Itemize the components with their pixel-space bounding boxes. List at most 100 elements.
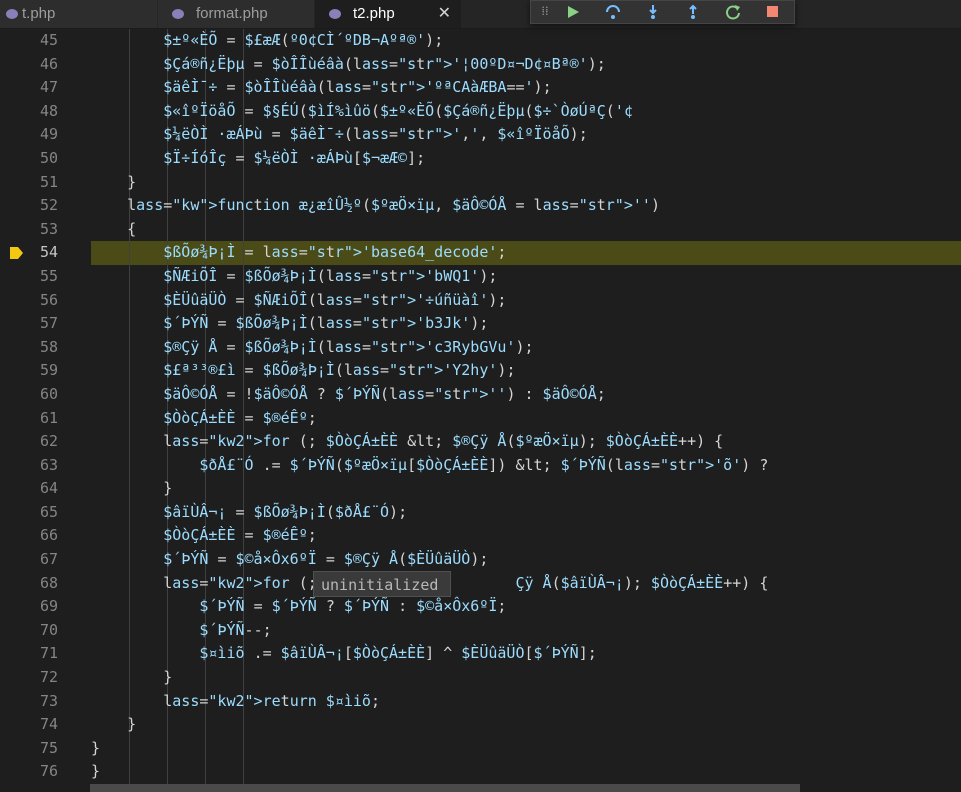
php-elephant-icon <box>6 9 18 19</box>
code-editor[interactable]: 45 $±º«ÈÕ = $£æÆ(º0¢CÌ´ºDB¬Aºª®'); 46 $Çá… <box>0 29 961 784</box>
indent-guide <box>167 713 168 737</box>
code-line[interactable]: 53 { <box>0 217 961 242</box>
code-line[interactable]: 56 $ÈÜûäÜÒ = $ÑÆiÕÎ(lass="str">'÷úñüàî')… <box>0 288 961 313</box>
code-text[interactable]: $´ÞÝÑ--; <box>91 619 271 643</box>
line-number: 53 <box>39 219 58 238</box>
indent-guide <box>243 217 244 242</box>
code-text[interactable]: $äÔ©ÓÅ = !$äÔ©ÓÅ ? $´ÞÝÑ(lass="str">'') … <box>91 383 606 407</box>
code-line[interactable]: 55 $ÑÆiÕÎ = $ßÕø¾Þ¡Ì(lass="str">'bWQ1'); <box>0 264 961 289</box>
code-text[interactable]: $ðÅ£¨Ó .= $´ÞÝÑ($ºæÖ×ïµ[$ÒòÇÁ±ÈÈ]) &lt; … <box>91 454 768 478</box>
code-text[interactable]: $Çá®ñ¿Ëþµ = $òÎÎùéâà(lass="str">'¦00ºD¤¬… <box>91 53 606 77</box>
code-text[interactable]: $¤ìiõ .= $âïÙÂ¬¡[$ÒòÇÁ±ÈÈ] ^ $ÈÜûäÜÒ[$´Þ… <box>91 642 596 666</box>
code-text[interactable]: $´ÞÝÑ = $ßÕø¾Þ¡Ì(lass="str">'b3Jk'); <box>91 312 488 336</box>
code-text[interactable]: $Ï÷ÍóÎç = $¼ëÒÌ ·æÁÞù[$¬æÆ©]; <box>91 147 425 171</box>
line-number: 60 <box>39 384 58 403</box>
code-text[interactable]: lass="kw2">for (; $ÒòÇÁ±ÈÈ &lt; $®Çÿ Å($… <box>91 430 723 454</box>
code-text[interactable]: $£ª³³®£ì = $ßÕø¾Þ¡Ì(lass="str">'Y2hy'); <box>91 359 515 383</box>
code-text[interactable]: lass="kw2">return $¤ìiõ; <box>91 690 380 714</box>
code-line[interactable]: 70 $´ÞÝÑ--; <box>0 618 961 643</box>
code-line[interactable]: 74 } <box>0 713 961 737</box>
indent-guide <box>205 477 206 501</box>
line-number: 50 <box>39 148 58 167</box>
code-line[interactable]: 49 $¼ëÒÌ ·æÁÞù = $äêÌ¯÷(lass="str">',', … <box>0 123 961 147</box>
code-line[interactable]: 66 $ÒòÇÁ±ÈÈ = $®éÊº; <box>0 524 961 549</box>
line-number: 57 <box>39 314 58 333</box>
code-line[interactable]: 63 $ðÅ£¨Ó .= $´ÞÝÑ($ºæÖ×ïµ[$ÒòÇÁ±ÈÈ]) &l… <box>0 453 961 478</box>
code-line[interactable]: 65 $âïÙÂ¬¡ = $ßÕø¾Þ¡Ì($ðÅ£¨Ó); <box>0 500 961 525</box>
code-text[interactable]: } <box>91 666 172 690</box>
code-line[interactable]: 57 $´ÞÝÑ = $ßÕø¾Þ¡Ì(lass="str">'b3Jk'); <box>0 312 961 336</box>
line-number: 73 <box>39 691 58 710</box>
code-text[interactable]: $´ÞÝÑ = $©å×Ôx6ºÏ = $®Çÿ Å($ÈÜûäÜÒ); <box>91 548 488 572</box>
line-number: 71 <box>39 644 58 663</box>
code-text[interactable]: $ÈÜûäÜÒ = $ÑÆiÕÎ(lass="str">'÷úñüàî'); <box>91 289 506 313</box>
code-line[interactable]: 48 $«îºÏöåÕ = $§ÉÚ($ìÍ%ìûö($±º«ÈÕ($Çá®ñ¿… <box>0 99 961 124</box>
code-text[interactable]: } <box>91 760 100 784</box>
code-line[interactable]: 72 } <box>0 666 961 690</box>
line-number: 47 <box>39 78 58 97</box>
code-line[interactable]: 71 $¤ìiõ .= $âïÙÂ¬¡[$ÒòÇÁ±ÈÈ] ^ $ÈÜûäÜÒ[… <box>0 642 961 667</box>
code-line[interactable]: 69 $´ÞÝÑ = $´ÞÝÑ ? $´ÞÝÑ : $©å×Ôx6ºÏ; <box>0 595 961 619</box>
code-text[interactable]: } <box>91 713 136 737</box>
line-number: 55 <box>39 266 58 285</box>
code-line[interactable]: 76} <box>0 760 961 784</box>
line-number: 45 <box>39 31 58 49</box>
php-elephant-icon <box>329 9 341 19</box>
debug-toolbar: ⁞⁞ <box>530 0 795 24</box>
code-text[interactable]: { <box>91 218 136 242</box>
close-icon[interactable]: ✕ <box>438 0 451 28</box>
indent-guide <box>167 760 168 784</box>
step-over-icon[interactable] <box>601 1 625 23</box>
code-line[interactable]: 51 } <box>0 170 961 195</box>
code-text[interactable]: $ÑÆiÕÎ = $ßÕø¾Þ¡Ì(lass="str">'bWQ1'); <box>91 265 497 289</box>
line-number: 58 <box>39 337 58 356</box>
code-text[interactable]: $±º«ÈÕ = $£æÆ(º0¢CÌ´ºDB¬Aºª®'); <box>91 29 443 53</box>
code-line[interactable]: 64 } <box>0 477 961 501</box>
code-text[interactable]: $ßÕø¾Þ¡Ì = lass="str">'base64_decode'; <box>91 241 506 265</box>
line-number: 61 <box>39 408 58 427</box>
stop-icon[interactable] <box>761 1 785 23</box>
code-line[interactable]: 67 $´ÞÝÑ = $©å×Ôx6ºÏ = $®Çÿ Å($ÈÜûäÜÒ); <box>0 548 961 572</box>
code-line[interactable]: 68 lass="kw2">for (; $ÒòÇ Çÿ Å($âïÙÂ¬¡);… <box>0 571 961 596</box>
drag-handle-icon[interactable]: ⁞⁞ <box>533 1 557 23</box>
code-line[interactable]: 60 $äÔ©ÓÅ = !$äÔ©ÓÅ ? $´ÞÝÑ(lass="str">'… <box>0 382 961 407</box>
code-line[interactable]: 73 lass="kw2">return $¤ìiõ; <box>0 689 961 714</box>
code-text[interactable]: } <box>91 171 136 195</box>
code-text[interactable]: $«îºÏöåÕ = $§ÉÚ($ìÍ%ìûö($±º«ÈÕ($Çá®ñ¿Ëþµ… <box>91 100 633 124</box>
code-line[interactable]: 75} <box>0 736 961 761</box>
code-line[interactable]: 52 lass="kw">function æ¿æîÛ½º($ºæÖ×ïµ, $… <box>0 194 961 218</box>
step-out-icon[interactable] <box>681 1 705 23</box>
indent-guide <box>243 713 244 737</box>
horizontal-scrollbar[interactable] <box>90 784 800 792</box>
code-line[interactable]: 59 $£ª³³®£ì = $ßÕø¾Þ¡Ì(lass="str">'Y2hy'… <box>0 359 961 383</box>
indent-guide <box>243 760 244 784</box>
code-line[interactable]: 62 lass="kw2">for (; $ÒòÇÁ±ÈÈ &lt; $®Çÿ … <box>0 430 961 454</box>
code-text[interactable]: } <box>91 737 100 761</box>
restart-icon[interactable] <box>721 1 745 23</box>
tab-t2-php[interactable]: t2.php ✕ <box>315 0 461 28</box>
code-text[interactable]: $´ÞÝÑ = $´ÞÝÑ ? $´ÞÝÑ : $©å×Ôx6ºÏ; <box>91 595 506 619</box>
tab-label: t2.php <box>353 5 395 22</box>
code-text[interactable]: $âïÙÂ¬¡ = $ßÕø¾Þ¡Ì($ðÅ£¨Ó); <box>91 501 407 525</box>
tab-t-php[interactable]: t.php <box>0 0 157 28</box>
continue-icon[interactable] <box>561 1 585 23</box>
code-text[interactable]: } <box>91 477 172 501</box>
code-line[interactable]: 58 $®Çÿ Å = $ßÕø¾Þ¡Ì(lass="str">'c3RybGV… <box>0 335 961 360</box>
step-into-icon[interactable] <box>641 1 665 23</box>
code-text[interactable]: lass="kw">function æ¿æîÛ½º($ºæÖ×ïµ, $äÔ©… <box>91 194 660 218</box>
code-text[interactable]: $äêÌ¯÷ = $òÎÎùéâà(lass="str">'ºªCAàÆBA==… <box>91 76 551 100</box>
code-line[interactable]: 47 $äêÌ¯÷ = $òÎÎùéâà(lass="str">'ºªCAàÆB… <box>0 76 961 100</box>
code-text[interactable]: $ÒòÇÁ±ÈÈ = $®éÊº; <box>91 524 317 548</box>
code-text[interactable]: $®Çÿ Å = $ßÕø¾Þ¡Ì(lass="str">'c3RybGVu')… <box>91 336 533 360</box>
indent-guide <box>205 713 206 737</box>
code-line[interactable]: 54 $ßÕø¾Þ¡Ì = lass="str">'base64_decode'… <box>0 241 961 265</box>
hover-tooltip: uninitialized <box>313 571 451 597</box>
tab-format-php[interactable]: format.php <box>158 0 314 28</box>
code-line[interactable]: 50 $Ï÷ÍóÎç = $¼ëÒÌ ·æÁÞù[$¬æÆ©]; <box>0 146 961 171</box>
code-line[interactable]: 61 $ÒòÇÁ±ÈÈ = $®éÊº; <box>0 406 961 431</box>
line-number: 51 <box>39 172 58 191</box>
code-line[interactable]: 46 $Çá®ñ¿Ëþµ = $òÎÎùéâà(lass="str">'¦00º… <box>0 52 961 77</box>
code-text[interactable]: $ÒòÇÁ±ÈÈ = $®éÊº; <box>91 407 317 431</box>
code-line[interactable]: 45 $±º«ÈÕ = $£æÆ(º0¢CÌ´ºDB¬Aºª®'); <box>0 29 961 53</box>
code-text[interactable]: $¼ëÒÌ ·æÁÞù = $äêÌ¯÷(lass="str">',', $«î… <box>91 123 587 147</box>
